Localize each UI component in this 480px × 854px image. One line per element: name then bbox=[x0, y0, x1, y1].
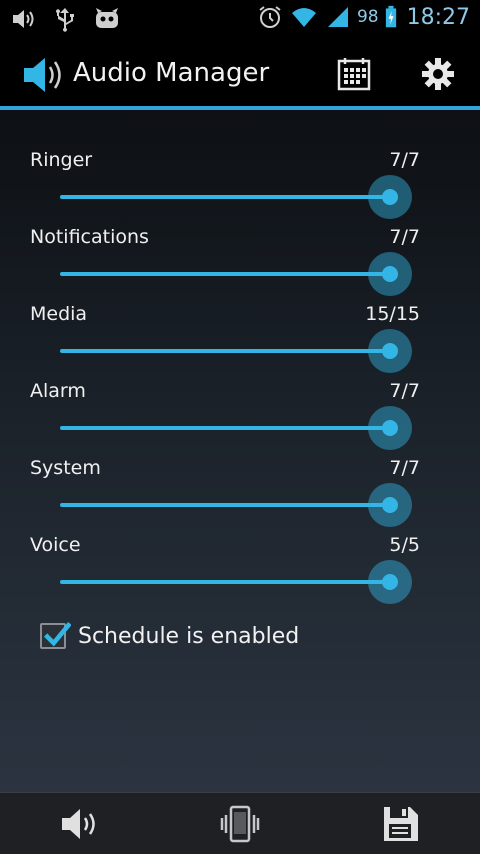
status-bar: 98 18:27 bbox=[0, 0, 480, 38]
volume-row-ringer: Ringer 7/7 bbox=[0, 125, 480, 219]
usb-icon bbox=[56, 8, 74, 32]
volume-label: Ringer bbox=[30, 149, 93, 171]
save-icon[interactable] bbox=[378, 803, 422, 845]
settings-icon[interactable] bbox=[420, 56, 456, 92]
sound-mode-icon[interactable] bbox=[58, 803, 102, 845]
wifi-icon bbox=[291, 8, 316, 27]
volume-label: Notifications bbox=[30, 226, 149, 248]
schedule-toggle[interactable]: Schedule is enabled bbox=[40, 618, 299, 654]
slider-track bbox=[60, 272, 390, 276]
volume-row-alarm: Alarm 7/7 bbox=[0, 356, 480, 450]
slider-track bbox=[60, 195, 390, 199]
volume-label: Voice bbox=[30, 534, 81, 556]
volume-label: Media bbox=[30, 303, 88, 325]
volume-value: 7/7 bbox=[389, 380, 420, 402]
calendar-icon[interactable] bbox=[336, 56, 372, 92]
volume-value: 15/15 bbox=[365, 303, 420, 325]
volume-row-voice: Voice 5/5 bbox=[0, 510, 480, 604]
volume-label: Alarm bbox=[30, 380, 86, 402]
battery-charging-icon bbox=[385, 5, 396, 28]
signal-icon bbox=[327, 7, 348, 27]
volume-value: 7/7 bbox=[389, 226, 420, 248]
slider-track bbox=[60, 349, 390, 353]
alarm-icon bbox=[259, 6, 281, 28]
schedule-checkbox[interactable] bbox=[40, 621, 71, 649]
speaker-icon[interactable] bbox=[22, 56, 64, 94]
slider-track bbox=[60, 580, 390, 584]
vibrate-mode-icon[interactable] bbox=[218, 803, 262, 845]
volume-panel: Ringer 7/7 Notifications 7/7 Media 15/15… bbox=[0, 110, 480, 792]
slider-track bbox=[60, 426, 390, 430]
cyanogenmod-icon bbox=[96, 8, 118, 28]
volume-label: System bbox=[30, 457, 101, 479]
volume-value: 7/7 bbox=[389, 457, 420, 479]
slider-thumb[interactable] bbox=[368, 560, 412, 604]
volume-value: 5/5 bbox=[389, 534, 420, 556]
voice-slider[interactable] bbox=[60, 560, 412, 604]
volume-row-notifications: Notifications 7/7 bbox=[0, 202, 480, 296]
app-title: Audio Manager bbox=[73, 58, 270, 88]
battery-level: 98 bbox=[356, 7, 379, 27]
slider-track bbox=[60, 503, 390, 507]
volume-value: 7/7 bbox=[389, 149, 420, 171]
volume-row-media: Media 15/15 bbox=[0, 279, 480, 373]
bottom-bar bbox=[0, 792, 480, 854]
checkmark-icon bbox=[43, 621, 71, 647]
action-bar: Audio Manager bbox=[0, 38, 480, 110]
volume-row-system: System 7/7 bbox=[0, 433, 480, 527]
schedule-label: Schedule is enabled bbox=[78, 623, 300, 649]
clock: 18:27 bbox=[406, 4, 470, 30]
volume-icon bbox=[13, 10, 34, 28]
